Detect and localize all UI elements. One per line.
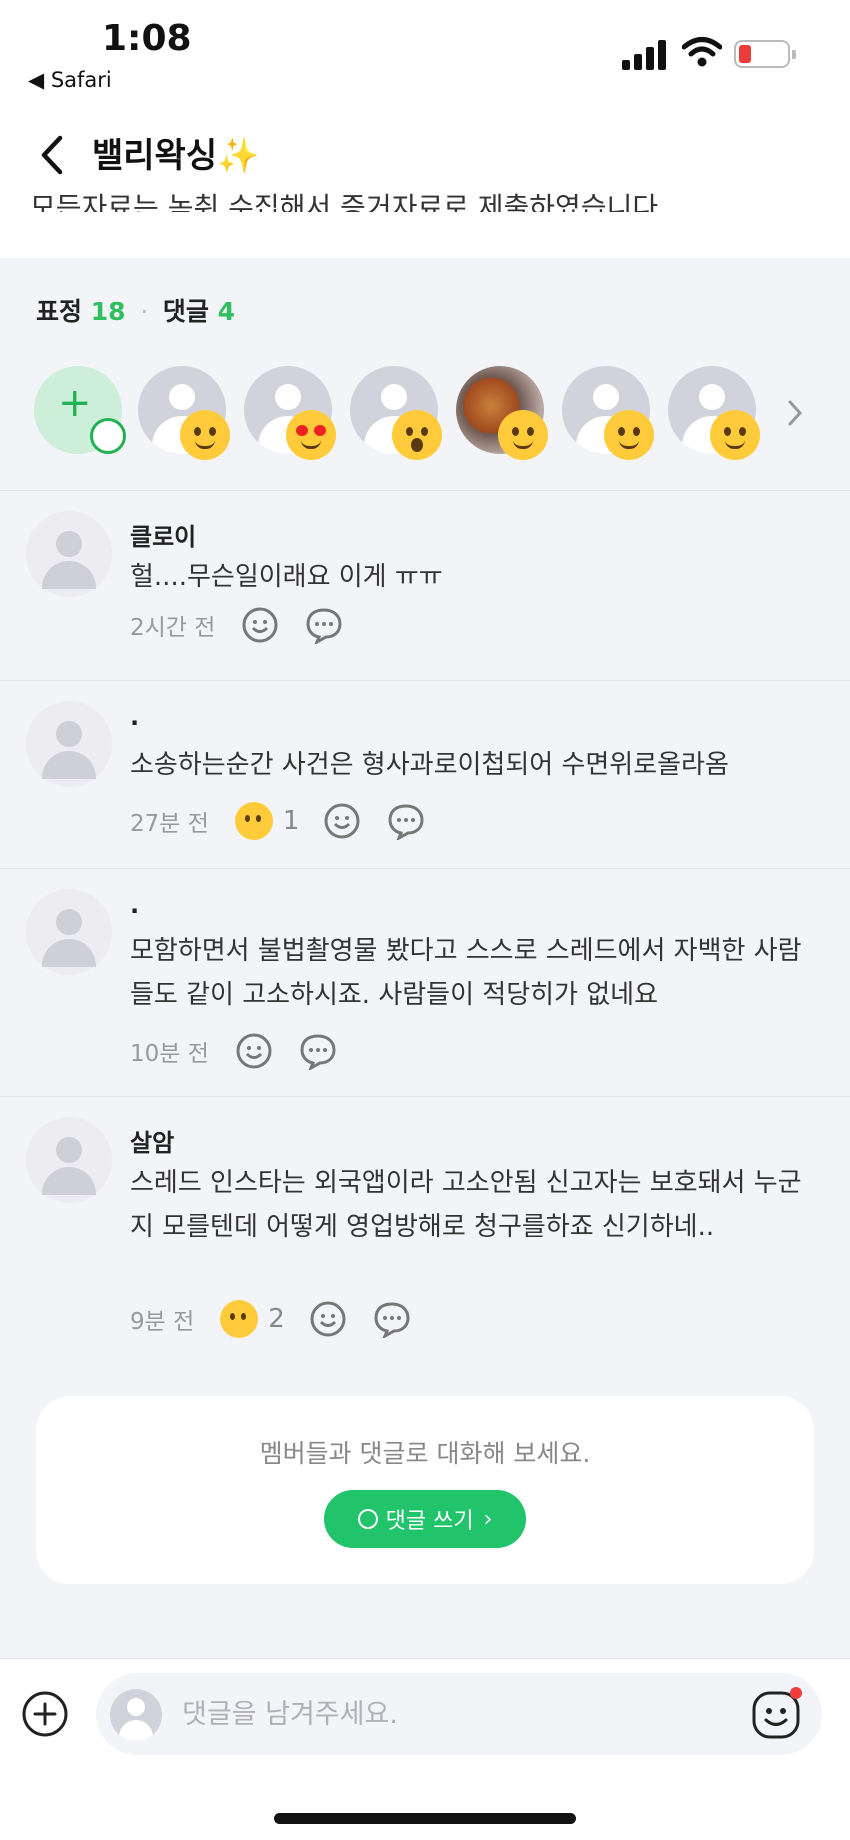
battery-icon: [734, 40, 796, 68]
comment-composer-bar: [0, 1658, 850, 1840]
astonished-face-icon: [392, 410, 442, 460]
home-indicator: [274, 1813, 576, 1824]
comment-item: . 소송하는순간 사건은 형사과로이첩되어 수면위로올라옴 27분 전 1: [0, 680, 850, 868]
status-bar: 1:08 ◀ Safari: [0, 0, 850, 110]
reaction-count: 2: [268, 1304, 285, 1334]
avatar[interactable]: [26, 511, 112, 597]
comments-count: 4: [217, 297, 236, 326]
add-reaction-smile-icon[interactable]: [323, 802, 361, 840]
post-body-partial: 모든자료는 녹취 수집해서 증거자료로 제출하였습니다.: [30, 191, 667, 212]
smile-icon: [90, 418, 126, 454]
reaction-comment-summary: 표정 18 · 댓글 4: [36, 292, 235, 328]
clock: 1:08: [102, 18, 192, 59]
avatar[interactable]: [26, 1117, 112, 1203]
avatar[interactable]: [26, 889, 112, 975]
wifi-icon: [682, 37, 722, 67]
chevron-right-icon: ›: [483, 1506, 493, 1532]
comment-time: 10분 전: [130, 1041, 209, 1067]
reply-bubble-icon[interactable]: [305, 606, 343, 644]
comment-meta: 10분 전: [130, 1029, 363, 1073]
grinning-face-icon: [604, 410, 654, 460]
comment-input[interactable]: [182, 1691, 682, 1737]
page-title: 밸리왁싱✨: [92, 136, 260, 176]
grinning-face-icon[interactable]: [220, 1300, 259, 1338]
plus-icon: +: [58, 380, 92, 426]
back-arrow-icon[interactable]: [36, 132, 68, 178]
reply-bubble-icon[interactable]: [373, 1300, 411, 1338]
reply-bubble-icon[interactable]: [299, 1032, 337, 1070]
comment-meta: 2시간 전: [130, 603, 369, 647]
comments-label: 댓글: [162, 297, 209, 326]
add-attachment-icon[interactable]: [20, 1689, 70, 1739]
chevron-right-icon[interactable]: [786, 398, 804, 428]
comment-time: 27분 전: [130, 811, 209, 837]
heart-eyes-icon: [286, 410, 336, 460]
write-comment-button[interactable]: 댓글 쓰기 ›: [324, 1490, 526, 1548]
grinning-face-icon: [498, 410, 548, 460]
add-reaction-smile-icon[interactable]: [235, 1032, 273, 1070]
reaction-count: 1: [282, 806, 300, 836]
add-reaction-button[interactable]: +: [34, 366, 126, 454]
back-to-safari-link[interactable]: ◀ Safari: [28, 68, 112, 92]
add-reaction-smile-icon[interactable]: [241, 606, 279, 644]
comment-item: 살암 스레드 인스타는 외국앱이라 고소안됨 신고자는 보호돼서 누군지 모를텐…: [0, 1096, 850, 1362]
reactions-label: 표정: [36, 297, 83, 326]
grinning-face-icon: [180, 410, 230, 460]
cellular-signal-icon: [622, 38, 666, 70]
comment-author[interactable]: .: [130, 891, 139, 919]
comment-item: 클로이 헐....무슨일이래요 이게 ㅠㅠ 2시간 전: [0, 490, 850, 680]
comment-text: 소송하는순간 사건은 형사과로이첩되어 수면위로올라옴: [130, 750, 729, 780]
comment-text: 스레드 인스타는 외국앱이라 고소안됨 신고자는 보호돼서 누군지 모를텐데 어…: [130, 1168, 802, 1242]
comment-meta: 27분 전 1: [130, 799, 451, 843]
separator-dot: ·: [140, 297, 149, 326]
write-comment-label: 댓글 쓰기: [385, 1509, 474, 1534]
comment-time: 9분 전: [130, 1309, 195, 1335]
reactions-count[interactable]: 18: [91, 297, 126, 326]
comment-prompt-card: 멤버들과 댓글로 대화해 보세요. 댓글 쓰기 ›: [36, 1396, 814, 1584]
comment-author[interactable]: 살암: [130, 1123, 174, 1158]
comment-time: 2시간 전: [130, 615, 216, 641]
notification-dot: [790, 1687, 802, 1699]
reply-bubble-icon[interactable]: [387, 802, 425, 840]
comment-text: 헐....무슨일이래요 이게 ㅠㅠ: [130, 562, 443, 592]
reaction-avatars-row: +: [34, 366, 834, 460]
chat-bubble-icon: [357, 1509, 378, 1529]
comment-prompt-text: 멤버들과 댓글로 대화해 보세요.: [259, 1439, 591, 1468]
app-screen: 1:08 ◀ Safari 밸리왁싱✨ 모든자료는 녹취 수집해서 증거자료로 …: [0, 0, 850, 1840]
grinning-face-icon[interactable]: [234, 802, 273, 840]
add-reaction-smile-icon[interactable]: [309, 1300, 347, 1338]
my-avatar: [110, 1689, 162, 1741]
emoji-icon[interactable]: [748, 1687, 804, 1743]
comment-input-wrapper: [96, 1673, 822, 1755]
comment-item: . 모함하면서 불법촬영물 봤다고 스스로 스레드에서 자백한 사람들도 같이 …: [0, 868, 850, 1096]
comment-author[interactable]: 클로이: [130, 517, 196, 552]
comment-text: 모함하면서 불법촬영물 봤다고 스스로 스레드에서 자백한 사람들도 같이 고소…: [130, 936, 802, 1010]
comment-author[interactable]: .: [130, 703, 139, 731]
grinning-face-icon: [710, 410, 760, 460]
avatar[interactable]: [26, 701, 112, 787]
comment-meta: 9분 전 2: [130, 1297, 437, 1341]
